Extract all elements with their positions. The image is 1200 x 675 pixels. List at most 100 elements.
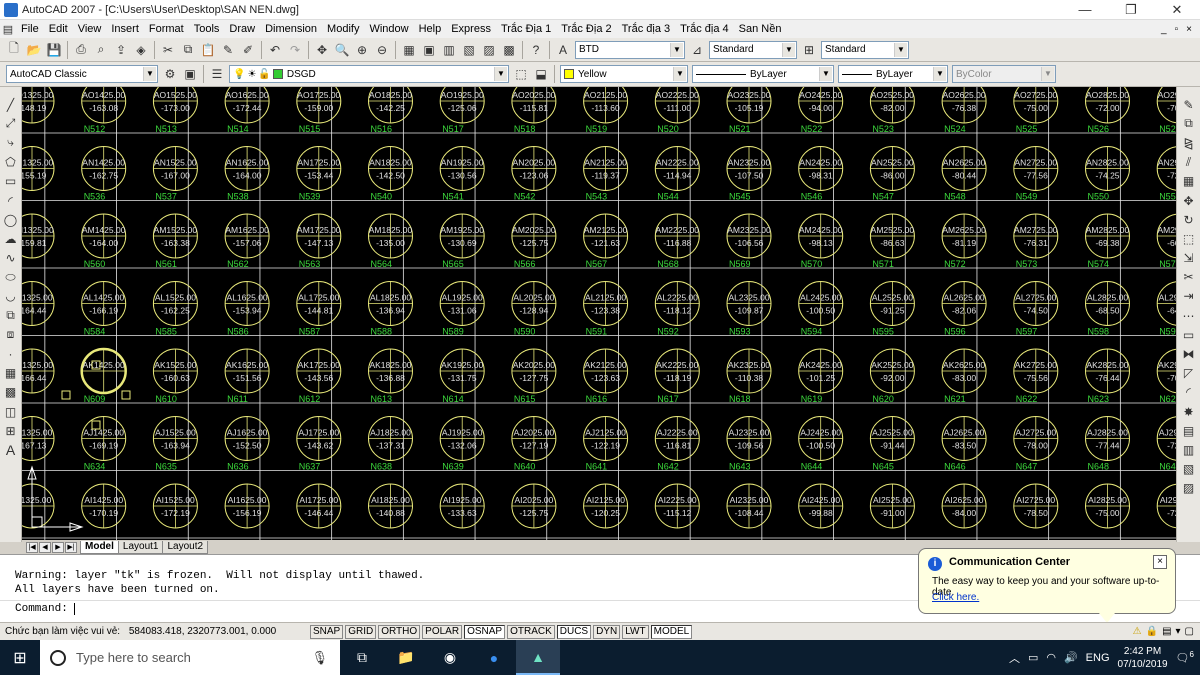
balloon-close-button[interactable]: × <box>1153 555 1167 569</box>
taskbar-search-box[interactable]: Type here to search 🎙 <box>40 640 340 675</box>
print-preview-icon[interactable]: ⌕ <box>92 41 110 59</box>
close-button[interactable]: ✕ <box>1154 2 1200 18</box>
region-icon[interactable]: ◫ <box>2 403 20 421</box>
workspace-settings-icon[interactable]: ⚙ <box>161 65 179 83</box>
undo-icon[interactable]: ↶ <box>266 41 284 59</box>
print-icon[interactable]: ⎙ <box>72 41 90 59</box>
toggle-lwt[interactable]: LWT <box>622 624 649 639</box>
zoom-window-icon[interactable]: ⊕ <box>353 41 371 59</box>
first-tab-button[interactable]: |◀ <box>26 541 38 553</box>
toggle-grid[interactable]: GRID <box>345 624 377 639</box>
multiline-text-icon[interactable]: A <box>2 441 20 459</box>
publish-icon[interactable]: ⇪ <box>112 41 130 59</box>
polyline-icon[interactable]: ⤷ <box>2 134 20 152</box>
dim-style-select[interactable]: Standard ▼ <box>709 40 797 59</box>
plotstyle-select[interactable]: ByColor ▼ <box>952 65 1056 83</box>
toolbar-lock-icon[interactable]: 🔒 <box>1146 626 1158 637</box>
join-icon[interactable]: ⧓ <box>1180 345 1198 363</box>
task-view-icon[interactable]: ⧉ <box>340 640 384 675</box>
menu-item-13[interactable]: Trắc Địa 2 <box>556 20 616 38</box>
menu-item-1[interactable]: Edit <box>44 20 73 38</box>
next-tab-button[interactable]: ▶ <box>52 541 64 553</box>
wifi-icon[interactable]: ◠ <box>1046 651 1056 664</box>
communication-center-icon[interactable]: ⚠ <box>1133 626 1142 637</box>
calculator-icon[interactable]: ▩ <box>500 41 518 59</box>
toolbar-ext3-icon[interactable]: ▧ <box>1180 460 1198 478</box>
menu-item-0[interactable]: File <box>16 20 44 38</box>
erase-icon[interactable]: ✎ <box>1180 96 1198 114</box>
notification-center-icon[interactable]: 🗨6 <box>1176 650 1194 665</box>
block-editor-icon[interactable]: ✐ <box>239 41 257 59</box>
last-tab-button[interactable]: ▶| <box>65 541 77 553</box>
move-icon[interactable]: ✥ <box>1180 192 1198 210</box>
clean-screen-icon[interactable]: ▢ <box>1185 626 1194 637</box>
toggle-snap[interactable]: SNAP <box>310 624 344 639</box>
copy-object-icon[interactable]: ⧉ <box>1180 115 1198 133</box>
array-icon[interactable]: ▦ <box>1180 172 1198 190</box>
balloon-link[interactable]: Click here. <box>932 592 979 603</box>
clock[interactable]: 2:42 PM 07/10/2019 <box>1118 645 1168 671</box>
workspace-select[interactable]: AutoCAD Classic ▼ <box>6 65 158 83</box>
status-menu-icon[interactable]: ▾ <box>1176 626 1181 637</box>
menu-item-9[interactable]: Window <box>364 20 413 38</box>
fillet-icon[interactable]: ◜ <box>1180 383 1198 401</box>
toggle-otrack[interactable]: OTRACK <box>507 624 555 639</box>
rotate-icon[interactable]: ↻ <box>1180 211 1198 229</box>
save-icon[interactable]: 💾 <box>45 41 63 59</box>
explode-icon[interactable]: ✸ <box>1180 403 1198 421</box>
layer-select[interactable]: 💡 ☀ 🔓 DSGD ▼ <box>229 65 509 83</box>
tab-layout1[interactable]: Layout1 <box>117 540 164 554</box>
rectangle-icon[interactable]: ▭ <box>2 172 20 190</box>
menu-item-14[interactable]: Trắc địa 3 <box>617 20 676 38</box>
toggle-ortho[interactable]: ORTHO <box>378 624 421 639</box>
extend-icon[interactable]: ⇥ <box>1180 287 1198 305</box>
minimize-button[interactable]: — <box>1062 2 1108 17</box>
hatch-icon[interactable]: ▦ <box>2 364 20 382</box>
menu-item-11[interactable]: Express <box>446 20 496 38</box>
drawing-canvas[interactable]: AO1325.00 -148.19 AO1425.00 -163.08 N512 AO15… <box>22 87 1176 540</box>
toolbar-ext2-icon[interactable]: ▥ <box>1180 441 1198 459</box>
lineweight-select[interactable]: ByLayer ▼ <box>838 65 948 83</box>
chamfer-icon[interactable]: ◸ <box>1180 364 1198 382</box>
toggle-polar[interactable]: POLAR <box>422 624 463 639</box>
ellipse-icon[interactable]: ⬭ <box>2 268 20 286</box>
copy-icon[interactable]: ⧉ <box>179 41 197 59</box>
drawing-svg[interactable]: AO1325.00 -148.19 AO1425.00 -163.08 N512 AO15… <box>22 87 1176 540</box>
polygon-icon[interactable]: ⬠ <box>2 153 20 171</box>
language-indicator[interactable]: ENG <box>1086 652 1110 664</box>
tray-chevron-icon[interactable]: ︿ <box>1009 650 1020 666</box>
menu-item-12[interactable]: Trắc Địa 1 <box>496 20 556 38</box>
stretch-icon[interactable]: ⇲ <box>1180 249 1198 267</box>
tool-palettes-icon[interactable]: ▥ <box>440 41 458 59</box>
3d-dwf-icon[interactable]: ◈ <box>132 41 150 59</box>
tab-model[interactable]: Model <box>80 540 119 554</box>
menu-item-16[interactable]: San Nền <box>734 20 787 38</box>
windows-start-button[interactable]: ⊞ <box>0 648 40 668</box>
table-style-select[interactable]: Standard ▼ <box>821 40 909 59</box>
toolbar-ext4-icon[interactable]: ▨ <box>1180 479 1198 497</box>
menu-item-10[interactable]: Help <box>414 20 447 38</box>
status-tray-icon[interactable]: ▤ <box>1162 626 1171 637</box>
line-icon[interactable]: ╱ <box>2 96 20 114</box>
paste-icon[interactable]: 📋 <box>199 41 217 59</box>
match-properties-icon[interactable]: ✎ <box>219 41 237 59</box>
menu-item-3[interactable]: Insert <box>106 20 144 38</box>
make-object-layer-current-icon[interactable]: ⬚ <box>512 65 530 83</box>
microphone-icon[interactable]: 🎙 <box>311 650 340 666</box>
spline-icon[interactable]: ∿ <box>2 249 20 267</box>
new-icon[interactable]: 🗋 <box>5 41 23 59</box>
doc-minimize-button[interactable]: _ <box>1161 24 1167 35</box>
network-icon[interactable]: ▭ <box>1028 651 1038 664</box>
scale-icon[interactable]: ⬚ <box>1180 230 1198 248</box>
toggle-model[interactable]: MODEL <box>650 624 693 639</box>
menu-item-8[interactable]: Modify <box>322 20 364 38</box>
circle-icon[interactable]: ◯ <box>2 211 20 229</box>
sheet-set-icon[interactable]: ▧ <box>460 41 478 59</box>
menu-item-7[interactable]: Dimension <box>260 20 322 38</box>
menu-item-4[interactable]: Format <box>144 20 189 38</box>
prev-tab-button[interactable]: ◀ <box>39 541 51 553</box>
break-at-point-icon[interactable]: ⋯ <box>1180 307 1198 325</box>
autocad-taskbar-icon[interactable]: ▲ <box>516 640 560 675</box>
tab-layout2[interactable]: Layout2 <box>162 540 209 554</box>
volume-icon[interactable]: 🔊 <box>1064 651 1078 664</box>
